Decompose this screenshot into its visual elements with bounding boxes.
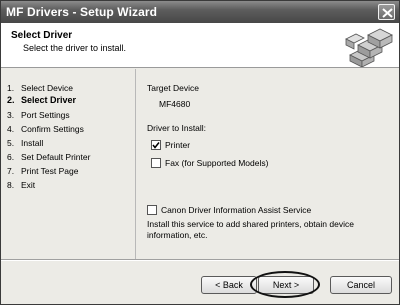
- target-device-value: MF4680: [159, 99, 191, 109]
- step-install: 5. Install: [7, 138, 44, 148]
- driver-selection-panel: Target Device MF4680 Driver to Install: …: [137, 69, 399, 259]
- step-confirm-settings: 4. Confirm Settings: [7, 124, 84, 134]
- close-icon: [382, 8, 393, 18]
- checkmark-icon: [152, 142, 160, 149]
- close-button[interactable]: [378, 4, 395, 20]
- fax-checkbox-label[interactable]: Fax (for Supported Models): [165, 158, 268, 168]
- step-exit: 8. Exit: [7, 180, 36, 190]
- setup-wizard-window: MF Drivers - Setup Wizard Select Driver …: [0, 0, 400, 305]
- back-button[interactable]: < Back: [201, 276, 257, 294]
- next-button-highlight-circle: [250, 271, 320, 298]
- printer-checkbox[interactable]: [151, 140, 161, 150]
- assist-service-checkbox[interactable]: [147, 205, 157, 215]
- footer-divider: [1, 259, 399, 261]
- step-select-device: 1. Select Device: [7, 83, 73, 93]
- cancel-button[interactable]: Cancel: [330, 276, 392, 294]
- printers-graphic-icon: [344, 25, 396, 67]
- step-port-settings: 3. Port Settings: [7, 110, 70, 120]
- driver-to-install-label: Driver to Install:: [147, 123, 207, 133]
- window-title: MF Drivers - Setup Wizard: [6, 5, 158, 19]
- target-device-label: Target Device: [147, 83, 199, 93]
- printer-checkbox-label[interactable]: Printer: [165, 140, 190, 150]
- assist-service-description: Install this service to add shared print…: [147, 219, 354, 240]
- step-select-driver: 2. Select Driver: [7, 95, 77, 105]
- step-print-test-page: 7. Print Test Page: [7, 166, 79, 176]
- step-set-default-printer: 6. Set Default Printer: [7, 152, 91, 162]
- wizard-header: Select Driver Select the driver to insta…: [1, 23, 399, 68]
- page-title: Select Driver: [11, 30, 73, 41]
- page-subtitle: Select the driver to install.: [23, 43, 127, 53]
- wizard-steps-list: 1. Select Device 2. Select Driver 3. Port S…: [1, 69, 136, 259]
- title-bar[interactable]: MF Drivers - Setup Wizard: [1, 1, 399, 23]
- fax-checkbox[interactable]: [151, 158, 161, 168]
- assist-service-checkbox-label[interactable]: Canon Driver Information Assist Service: [161, 205, 311, 215]
